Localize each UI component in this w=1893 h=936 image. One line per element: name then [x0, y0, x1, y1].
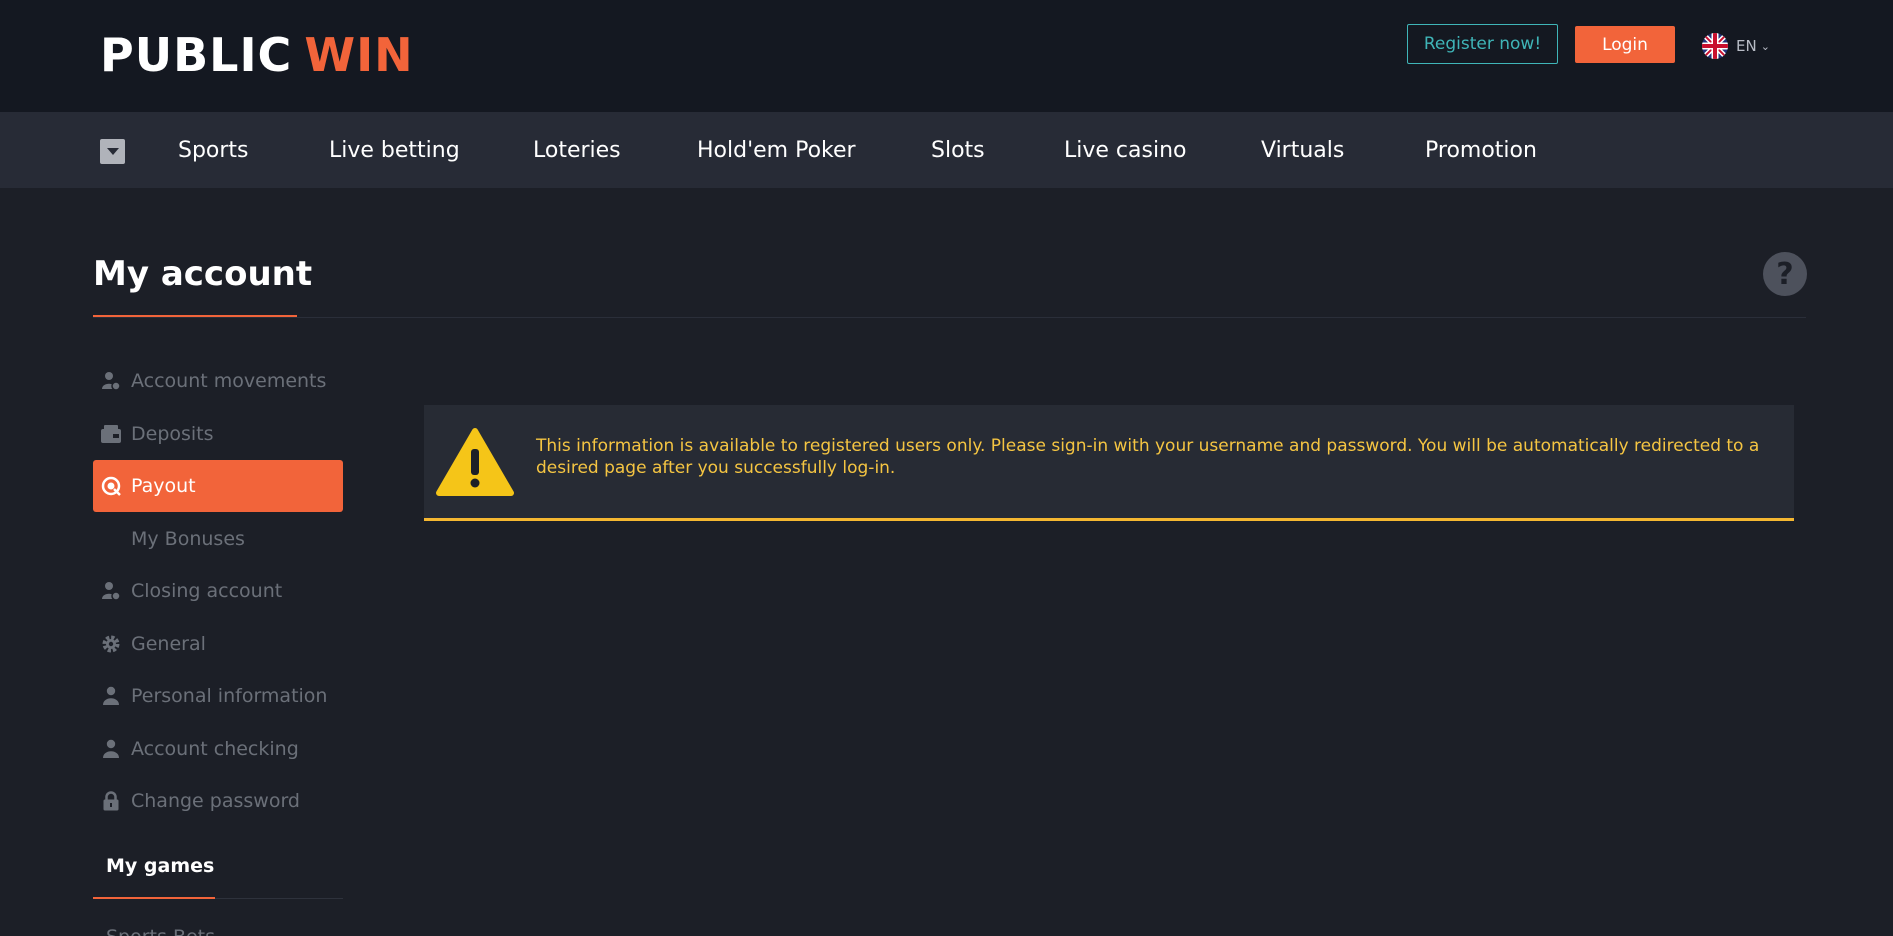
sidebar-item-personal-information[interactable]: Personal information	[93, 670, 343, 722]
uk-flag-icon	[1702, 33, 1728, 59]
sidebar-item-label: Deposits	[131, 423, 214, 445]
sidebar-item-label: Payout	[131, 475, 196, 497]
nav-item-promotion[interactable]: Promotion	[1425, 136, 1537, 166]
language-selector[interactable]: EN ⌄	[1702, 33, 1770, 59]
payout-icon	[101, 476, 121, 496]
logo-text-public: PUBLIC	[100, 28, 293, 82]
question-icon[interactable]: ?	[1763, 252, 1807, 296]
sidebar-item-general[interactable]: General	[93, 618, 343, 670]
title-accent-line	[93, 315, 297, 317]
nav-item-loteries[interactable]: Loteries	[533, 136, 621, 166]
alert-message: This information is available to registe…	[536, 436, 1760, 478]
register-button[interactable]: Register now!	[1407, 24, 1558, 64]
main-nav: Sports Live betting Loteries Hold'em Pok…	[0, 112, 1893, 188]
page-title: My account	[93, 254, 313, 294]
sidebar-item-account-checking[interactable]: Account checking	[93, 723, 343, 775]
login-required-alert: This information is available to registe…	[424, 405, 1794, 521]
sidebar-item-label: My Bonuses	[131, 528, 245, 550]
sidebar-item-label: Account movements	[131, 370, 327, 392]
nav-item-live-casino[interactable]: Live casino	[1064, 136, 1186, 166]
sidebar-item-closing-account[interactable]: Closing account	[93, 565, 343, 617]
sidebar-item-label: General	[131, 633, 206, 655]
user-check-icon	[101, 739, 121, 759]
site-logo[interactable]: PUBLIC WIN	[100, 32, 414, 78]
nav-item-live-betting[interactable]: Live betting	[329, 136, 460, 166]
sidebar-item-change-password[interactable]: Change password	[93, 775, 343, 827]
nav-item-sports[interactable]: Sports	[178, 136, 249, 166]
sidebar-item-label: Change password	[131, 790, 300, 812]
chevron-down-icon: ⌄	[1760, 39, 1770, 53]
nav-item-holdem-poker[interactable]: Hold'em Poker	[697, 136, 856, 166]
user-coin-icon	[101, 371, 121, 391]
wallet-icon	[101, 424, 121, 444]
sidebar-item-payout[interactable]: Payout	[93, 460, 343, 512]
gear-icon	[101, 634, 121, 654]
logo-text-win: WIN	[304, 28, 414, 82]
my-games-accent-line	[93, 897, 215, 899]
sidebar-item-label: Account checking	[131, 738, 299, 760]
user-icon	[101, 686, 121, 706]
sidebar-item-label: Closing account	[131, 580, 283, 602]
sidebar-item-deposits[interactable]: Deposits	[93, 408, 343, 460]
nav-item-slots[interactable]: Slots	[931, 136, 985, 166]
sidebar-item-sports-bets[interactable]: Sports Bets	[106, 926, 215, 936]
sidebar-item-account-movements[interactable]: Account movements	[93, 355, 343, 407]
sidebar-item-my-bonuses[interactable]: My Bonuses	[93, 513, 343, 565]
sidebar-item-label: Personal information	[131, 685, 328, 707]
title-divider	[93, 317, 1806, 318]
login-button[interactable]: Login	[1575, 26, 1675, 63]
user-close-icon	[101, 581, 121, 601]
caret-down-icon[interactable]	[100, 139, 125, 164]
my-games-heading: My games	[106, 855, 215, 877]
language-label: EN	[1736, 37, 1757, 55]
warning-icon	[436, 427, 514, 497]
nav-item-virtuals[interactable]: Virtuals	[1261, 136, 1344, 166]
lock-icon	[101, 791, 121, 811]
site-header: PUBLIC WIN Register now! Login EN ⌄	[0, 0, 1893, 112]
